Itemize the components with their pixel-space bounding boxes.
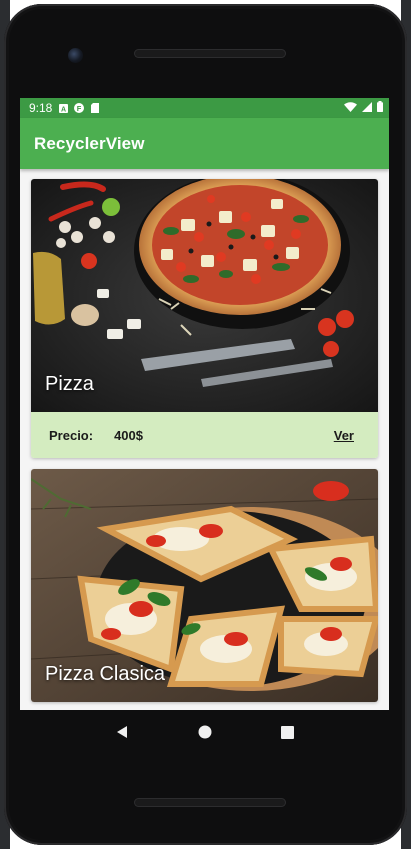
a-notification-icon: A	[58, 103, 68, 113]
sd-card-icon	[90, 103, 100, 113]
back-icon[interactable]	[110, 720, 134, 744]
navigation-bar	[20, 710, 389, 754]
pizza-image: Pizza	[31, 179, 378, 412]
list-item[interactable]: Pizza Clasica	[31, 469, 378, 702]
svg-text:A: A	[61, 106, 66, 113]
wifi-icon	[344, 101, 357, 115]
app-toolbar: RecyclerView	[20, 118, 389, 169]
battery-icon	[377, 101, 383, 115]
status-bar: 9:18 A F	[20, 98, 389, 118]
price-label: Precio:	[49, 427, 94, 443]
f-notification-icon: F	[74, 103, 85, 113]
recents-icon[interactable]	[276, 720, 300, 744]
signal-icon	[362, 101, 372, 115]
pizza-clasica-image: Pizza Clasica	[31, 469, 378, 702]
item-footer: Precio: 400$ Ver	[31, 412, 378, 458]
home-icon[interactable]	[193, 720, 217, 744]
recycler-view-list[interactable]: Pizza Precio: 400$ Ver Pizza Clasica	[20, 169, 389, 702]
bottom-speaker	[134, 798, 286, 807]
item-title: Pizza Clasica	[45, 663, 166, 685]
device-screen: 9:18 A F RecyclerView Pizza Precio: 400$…	[20, 98, 389, 710]
status-time: 9:18	[29, 101, 53, 115]
price-value: 400$	[114, 427, 143, 443]
list-item[interactable]: Pizza Precio: 400$ Ver	[31, 179, 378, 458]
svg-text:F: F	[77, 104, 82, 113]
front-camera	[68, 48, 83, 63]
earpiece-speaker	[134, 49, 286, 58]
item-title: Pizza	[45, 373, 94, 395]
app-title: RecyclerView	[34, 133, 145, 153]
ver-link[interactable]: Ver	[334, 428, 354, 443]
